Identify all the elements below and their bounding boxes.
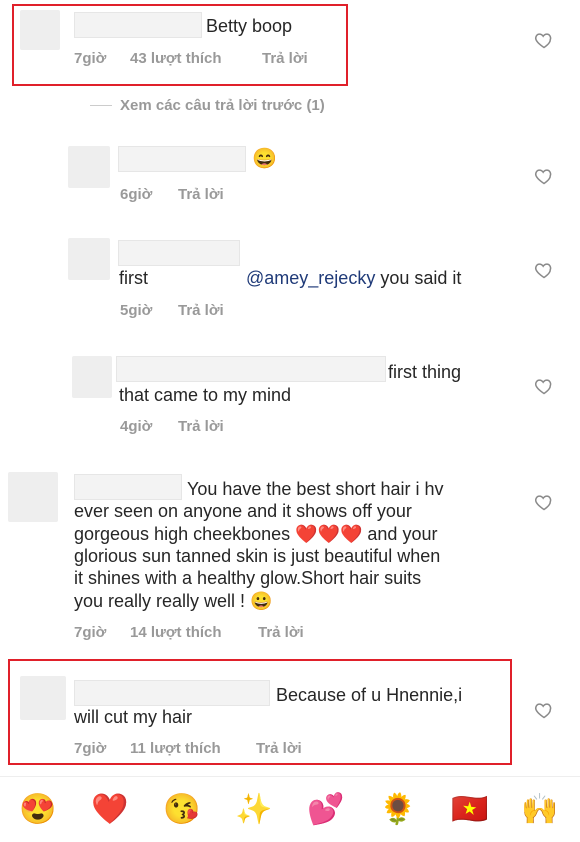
comment-text-part: you said it xyxy=(375,268,462,288)
username-redacted[interactable] xyxy=(118,146,246,172)
username-redacted[interactable] xyxy=(116,356,386,382)
comment-text-line2: first xyxy=(119,268,148,288)
comment-text: first thing xyxy=(388,362,462,382)
reply-button[interactable]: Trả lời xyxy=(178,418,224,435)
comment-time: 6giờ xyxy=(120,186,153,203)
comment-meta: 7giờ 14 lượt thích Trả lời xyxy=(74,624,304,641)
comment-text-line2: will cut my hair xyxy=(74,707,193,727)
comment-text-line4: glorious sun tanned skin is just beautif… xyxy=(74,546,441,566)
sunflower-emoji-icon[interactable]: 🌻 xyxy=(378,793,418,827)
sparkles-emoji-icon[interactable]: ✨ xyxy=(234,793,274,827)
like-heart-icon[interactable] xyxy=(534,166,554,186)
view-previous-label[interactable]: Xem các câu trả lời trước (1) xyxy=(120,97,325,114)
comment-meta: 6giờ Trả lời xyxy=(120,186,224,203)
comment-text: You have the best short hair i hv xyxy=(187,479,444,499)
raised-hands-emoji-icon[interactable]: 🙌 xyxy=(520,793,560,827)
emoji-quick-bar: 😍 ❤️ 😘 ✨ 💕 🌻 🇻🇳 🙌 xyxy=(0,776,580,842)
comment-text: Betty boop xyxy=(206,16,293,36)
view-previous-replies[interactable]: Xem các câu trả lời trước (1) xyxy=(90,97,325,114)
likes-count[interactable]: 11 lượt thích xyxy=(130,740,256,757)
reply-button[interactable]: Trả lời xyxy=(262,50,308,67)
reply-button[interactable]: Trả lời xyxy=(256,740,302,757)
vietnam-flag-emoji-icon[interactable]: 🇻🇳 xyxy=(450,793,490,827)
avatar[interactable] xyxy=(20,676,66,720)
comment-meta: 4giờ Trả lời xyxy=(120,418,224,435)
comment-text: 😄 xyxy=(252,148,277,170)
comment-time: 7giờ xyxy=(74,740,107,757)
kiss-emoji-icon[interactable]: 😘 xyxy=(162,793,202,827)
comment-meta: 7giờ 11 lượt thích Trả lời xyxy=(74,740,302,757)
comment-time: 5giờ xyxy=(120,302,153,319)
comment-meta: 5giờ Trả lời xyxy=(120,302,224,319)
comment-time: 4giờ xyxy=(120,418,153,435)
comment-text: Because of u Hnennie,i xyxy=(276,685,463,705)
avatar[interactable] xyxy=(20,10,60,50)
username-redacted[interactable] xyxy=(74,474,182,500)
divider-line xyxy=(90,105,112,106)
like-heart-icon[interactable] xyxy=(534,30,554,50)
avatar[interactable] xyxy=(68,238,110,280)
like-heart-icon[interactable] xyxy=(534,260,554,280)
like-heart-icon[interactable] xyxy=(534,492,554,512)
two-hearts-emoji-icon[interactable]: 💕 xyxy=(306,793,346,827)
likes-count[interactable]: 14 lượt thích xyxy=(130,624,258,641)
like-heart-icon[interactable] xyxy=(534,700,554,720)
comment-text-line2: that came to my mind xyxy=(119,385,292,405)
reply-button[interactable]: Trả lời xyxy=(178,186,224,203)
comment-time: 7giờ xyxy=(74,50,107,67)
comment-text: @amey_rejecky you said it xyxy=(246,245,461,289)
mention-link[interactable]: @amey_rejecky xyxy=(246,268,375,288)
comment-text-line3: gorgeous high cheekbones ❤️❤️❤️ and your xyxy=(74,524,438,544)
avatar[interactable] xyxy=(8,472,58,522)
comment-meta: 7giờ 43 lượt thích Trả lời xyxy=(74,50,308,67)
likes-count[interactable]: 43 lượt thích xyxy=(130,50,262,67)
username-redacted[interactable] xyxy=(118,240,240,266)
comment-text-line2: ever seen on anyone and it shows off you… xyxy=(74,501,412,521)
username-redacted[interactable] xyxy=(74,680,270,706)
reply-button[interactable]: Trả lời xyxy=(258,624,304,641)
heart-eyes-emoji-icon[interactable]: 😍 xyxy=(18,793,58,827)
comment-text-line6: you really really well ! 😀 xyxy=(74,591,273,611)
comment-time: 7giờ xyxy=(74,624,107,641)
username-redacted[interactable] xyxy=(74,12,202,38)
like-heart-icon[interactable] xyxy=(534,376,554,396)
avatar[interactable] xyxy=(68,146,110,188)
avatar[interactable] xyxy=(72,356,112,398)
comment-text-line5: it shines with a healthy glow.Short hair… xyxy=(74,568,422,588)
red-heart-emoji-icon[interactable]: ❤️ xyxy=(90,793,130,827)
reply-button[interactable]: Trả lời xyxy=(178,302,224,319)
